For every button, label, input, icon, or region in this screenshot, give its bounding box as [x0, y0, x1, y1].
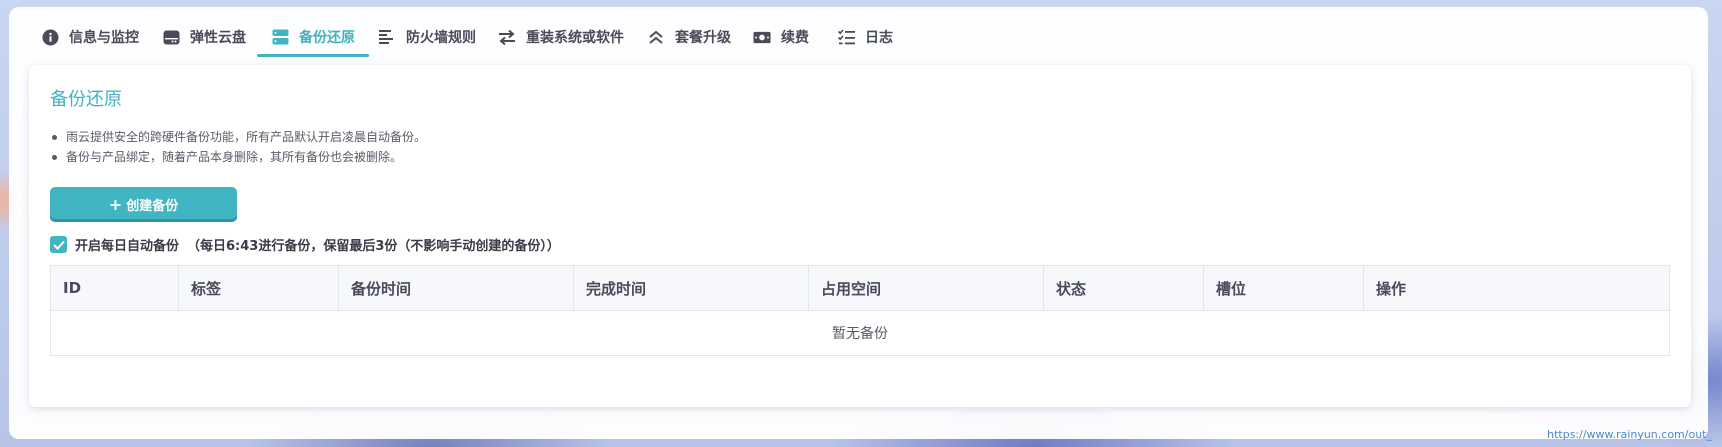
- auto-backup-label: 开启每日自动备份: [75, 239, 180, 254]
- tab-renew[interactable]: 续费: [753, 17, 809, 57]
- auto-backup-note: （每日6:43进行备份，保留最后3份（不影响手动创建的备份））: [187, 239, 560, 254]
- tab-info-monitor[interactable]: 信息与监控: [41, 17, 139, 57]
- card-title: 备份还原: [50, 89, 122, 110]
- disk-icon: [162, 28, 180, 46]
- auto-backup-row: 开启每日自动备份 （每日6:43进行备份，保留最后3份（不影响手动创建的备份））: [50, 235, 560, 254]
- tab-logs[interactable]: 日志: [837, 17, 893, 57]
- check-icon: [52, 240, 65, 250]
- create-backup-button[interactable]: + 创建备份: [50, 187, 237, 222]
- tab-reinstall[interactable]: 重装系统或软件: [498, 17, 624, 57]
- server-icon: [271, 28, 289, 46]
- column-header-slot: 槽位: [1204, 266, 1364, 310]
- column-header-space-used: 占用空间: [809, 266, 1044, 310]
- tab-label: 续费: [781, 30, 809, 46]
- tab-label: 日志: [865, 30, 893, 46]
- column-header-actions: 操作: [1376, 279, 1407, 298]
- tab-backup-restore[interactable]: 备份还原: [257, 17, 369, 57]
- column-header-finish-time: 完成时间: [574, 266, 809, 310]
- plus-icon: +: [108, 194, 123, 214]
- auto-backup-checkbox[interactable]: [50, 236, 67, 253]
- tab-label: 备份还原: [299, 30, 355, 46]
- table-header: ID 标签 备份时间 完成时间 占用空间 状态 槽位 操作: [51, 266, 1669, 311]
- info-icon: [41, 28, 59, 46]
- notes-list: 雨云提供安全的跨硬件备份功能，所有产品默认开启凌晨自动备份。 备份与产品绑定，随…: [50, 127, 426, 167]
- money-icon: [753, 28, 771, 46]
- status-url: https://www.rainyun.com/out_: [1547, 428, 1712, 441]
- tab-label: 套餐升级: [675, 30, 731, 46]
- main-panel: 信息与监控 弹性云盘 备份还原 防火墙规则 重装系统或软件 套餐升级 续费 日志…: [9, 7, 1708, 439]
- note-item: 备份与产品绑定，随着产品本身删除，其所有备份也会被删除。: [50, 147, 426, 167]
- empty-state: 暂无备份: [832, 326, 888, 342]
- column-header-backup-time: 备份时间: [339, 266, 574, 310]
- tab-label: 弹性云盘: [190, 30, 246, 46]
- swap-icon: [498, 28, 516, 46]
- double-chevron-up-icon: [647, 28, 665, 46]
- lines-icon: [378, 28, 396, 46]
- backup-table: ID 标签 备份时间 完成时间 占用空间 状态 槽位 操作 暂无备份: [50, 265, 1670, 356]
- column-header-status: 状态: [1044, 266, 1204, 310]
- tab-label: 重装系统或软件: [526, 30, 624, 46]
- tab-firewall-rules[interactable]: 防火墙规则: [378, 17, 476, 57]
- tab-label: 防火墙规则: [406, 30, 476, 46]
- column-header-id: ID: [51, 266, 179, 310]
- tab-elastic-disk[interactable]: 弹性云盘: [162, 17, 246, 57]
- note-item: 雨云提供安全的跨硬件备份功能，所有产品默认开启凌晨自动备份。: [50, 127, 426, 147]
- tab-label: 信息与监控: [69, 30, 139, 46]
- column-header-label: 标签: [179, 266, 339, 310]
- tab-plan-upgrade[interactable]: 套餐升级: [647, 17, 731, 57]
- backup-card: 备份还原 雨云提供安全的跨硬件备份功能，所有产品默认开启凌晨自动备份。 备份与产…: [29, 65, 1691, 407]
- create-backup-label: 创建备份: [126, 199, 179, 214]
- tab-bar: 信息与监控 弹性云盘 备份还原 防火墙规则 重装系统或软件 套餐升级 续费 日志: [9, 7, 1708, 57]
- checklist-icon: [837, 28, 855, 46]
